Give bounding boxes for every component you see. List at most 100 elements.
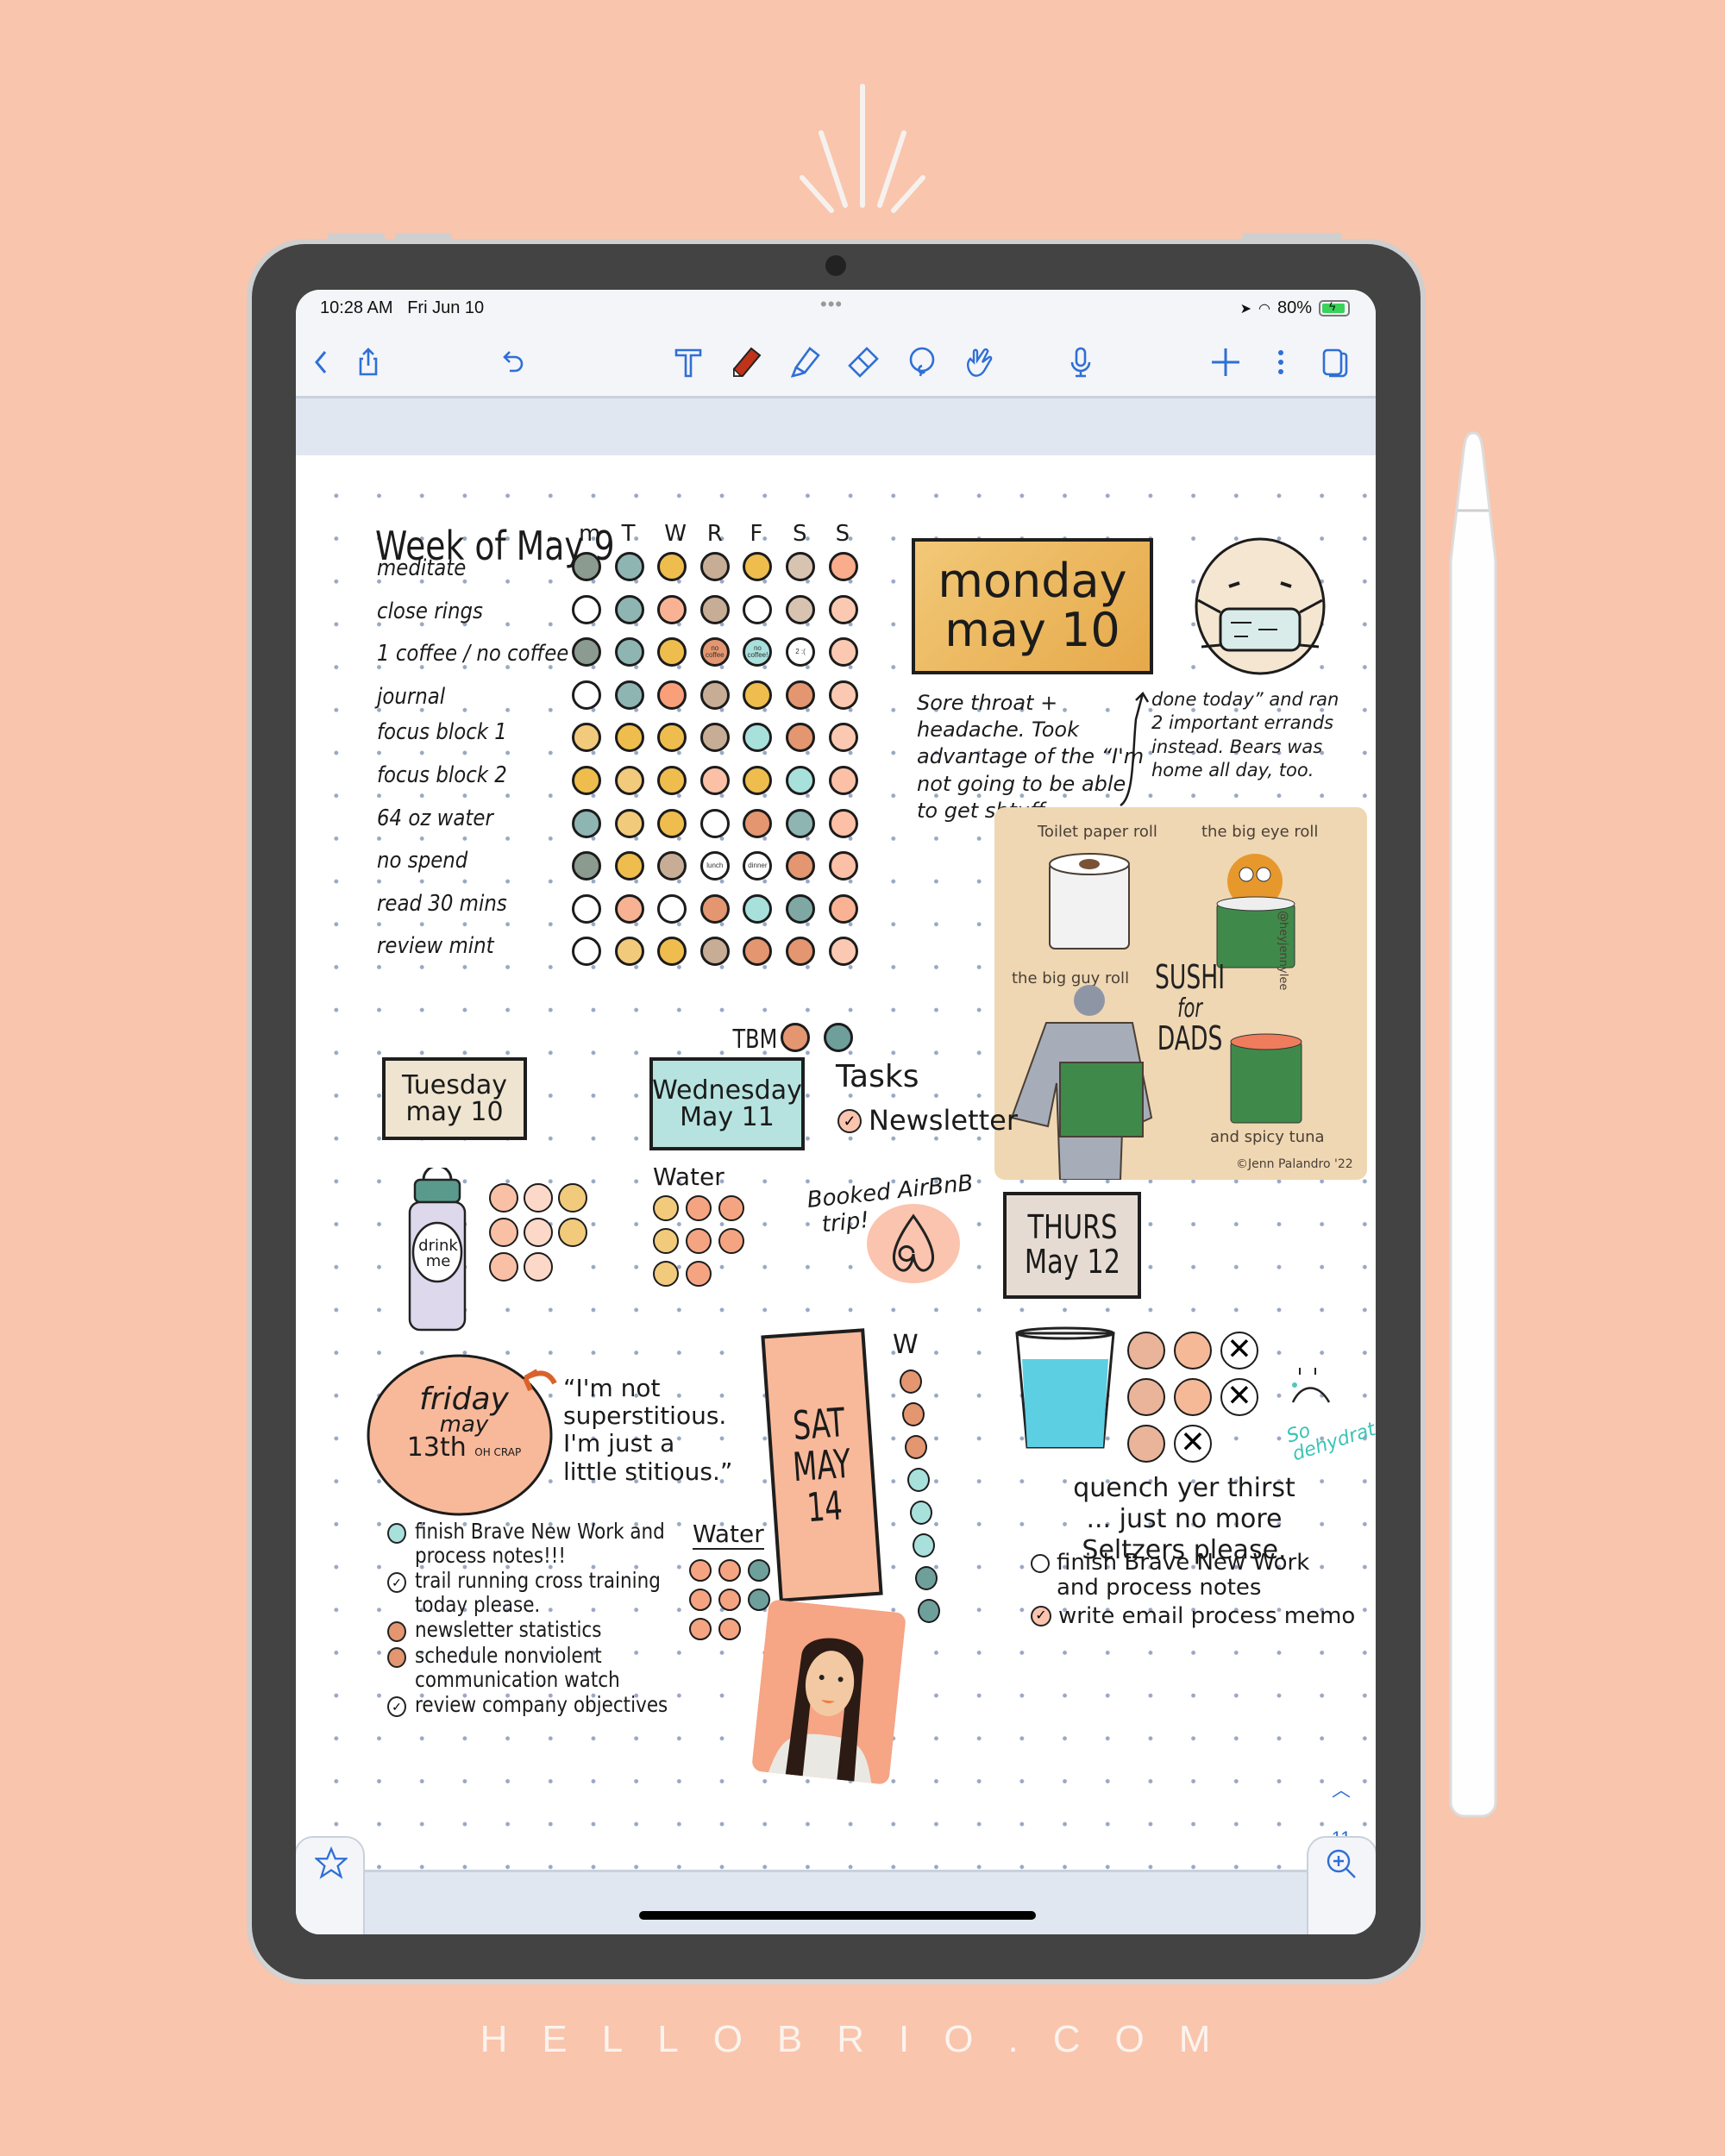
task-checkbox-checked[interactable]: ✓: [837, 1109, 862, 1133]
habit-cell[interactable]: [699, 594, 730, 624]
habit-cell[interactable]: [786, 594, 815, 624]
tracker-dot[interactable]: [905, 1435, 927, 1459]
water-cup[interactable]: [689, 1589, 712, 1611]
habit-cell[interactable]: [786, 552, 815, 581]
habit-cell[interactable]: [786, 808, 815, 838]
habit-cell[interactable]: [743, 766, 773, 795]
habit-cell[interactable]: [572, 808, 601, 838]
tracker-dot[interactable]: [910, 1501, 932, 1525]
habit-cell[interactable]: [572, 851, 601, 881]
water-cup[interactable]: [689, 1559, 712, 1582]
water-cup[interactable]: [489, 1218, 518, 1247]
habit-cell[interactable]: [828, 766, 858, 795]
habit-cell[interactable]: [828, 552, 858, 581]
habit-cell[interactable]: no coffee!: [743, 637, 773, 667]
microphone-icon[interactable]: [1062, 343, 1100, 381]
water-cup[interactable]: [718, 1589, 741, 1611]
habit-cell[interactable]: [657, 723, 687, 753]
hand-pointer-icon[interactable]: [960, 343, 998, 381]
tracker-dot[interactable]: [913, 1533, 935, 1557]
highlighter-icon[interactable]: [786, 343, 824, 381]
undo-icon[interactable]: [494, 343, 532, 381]
share-icon[interactable]: [349, 343, 387, 381]
task-checkbox-checked[interactable]: ✓: [387, 1572, 406, 1593]
habit-cell[interactable]: [828, 680, 858, 710]
habit-cell[interactable]: [614, 851, 644, 881]
water-cup[interactable]: [718, 1195, 744, 1221]
star-icon[interactable]: [315, 1846, 348, 1879]
tracker-dot[interactable]: [915, 1566, 938, 1590]
habit-cell[interactable]: [786, 723, 815, 753]
habit-cell[interactable]: [828, 637, 858, 667]
home-indicator[interactable]: [639, 1911, 1036, 1920]
habit-cell[interactable]: [657, 851, 687, 881]
habit-cell[interactable]: [743, 680, 773, 710]
habit-cell[interactable]: [743, 937, 773, 967]
task-checkbox[interactable]: [387, 1621, 406, 1642]
task-checkbox-checked[interactable]: ✓: [1031, 1606, 1051, 1627]
habit-cell[interactable]: [614, 766, 644, 795]
water-cup[interactable]: [524, 1183, 553, 1213]
habit-cell[interactable]: [743, 552, 773, 581]
habit-cell[interactable]: [657, 808, 687, 838]
crossed-cup[interactable]: ✕: [1174, 1425, 1212, 1463]
multitasking-dots[interactable]: •••: [820, 293, 843, 316]
pages-icon[interactable]: [1315, 343, 1353, 381]
habit-cell[interactable]: [743, 808, 773, 838]
task-checkbox-checked[interactable]: ✓: [387, 1696, 406, 1717]
habit-cell[interactable]: [828, 937, 858, 967]
habit-cell[interactable]: [743, 893, 773, 924]
water-cup[interactable]: [524, 1218, 553, 1247]
habit-cell[interactable]: [657, 637, 687, 667]
water-cup[interactable]: [653, 1261, 679, 1287]
water-cup[interactable]: [748, 1559, 770, 1582]
water-cup[interactable]: [748, 1589, 770, 1611]
add-icon[interactable]: [1207, 343, 1245, 381]
water-cup[interactable]: [1174, 1378, 1212, 1416]
habit-cell[interactable]: [657, 937, 687, 967]
crossed-cup[interactable]: ✕: [1220, 1378, 1258, 1416]
zoom-in-icon[interactable]: [1324, 1846, 1358, 1881]
habit-cell[interactable]: [828, 594, 858, 624]
habit-cell[interactable]: [657, 893, 687, 924]
habit-cell[interactable]: [699, 680, 730, 710]
task-checkbox[interactable]: [387, 1647, 406, 1668]
habit-cell[interactable]: lunch: [699, 851, 730, 881]
habit-cell[interactable]: [699, 723, 730, 753]
habit-cell[interactable]: [572, 937, 601, 967]
page-up-icon[interactable]: ︿: [1324, 1779, 1358, 1802]
water-cup[interactable]: [1127, 1332, 1165, 1369]
habit-cell[interactable]: [614, 552, 644, 581]
water-cup[interactable]: [1174, 1332, 1212, 1369]
favorite-tab[interactable]: [296, 1836, 365, 1934]
eraser-icon[interactable]: [844, 343, 882, 381]
water-cup[interactable]: [489, 1183, 518, 1213]
lasso-icon[interactable]: [903, 343, 941, 381]
habit-cell[interactable]: [786, 851, 815, 881]
habit-cell[interactable]: [657, 552, 687, 581]
back-icon[interactable]: [303, 343, 341, 381]
more-icon[interactable]: [1262, 343, 1300, 381]
habit-cell[interactable]: [572, 594, 601, 624]
habit-cell[interactable]: [657, 766, 687, 795]
habit-cell[interactable]: [786, 893, 815, 924]
tracker-dot[interactable]: [907, 1468, 930, 1492]
notebook-page[interactable]: Week of May 9 mTWRFSS meditate close ring…: [296, 455, 1376, 1934]
habit-cell[interactable]: [699, 552, 730, 581]
tracker-dot[interactable]: [900, 1369, 922, 1394]
habit-cell[interactable]: [786, 937, 815, 967]
habit-cell[interactable]: dinner: [743, 851, 773, 881]
water-cup[interactable]: [686, 1195, 712, 1221]
habit-cell[interactable]: [699, 937, 730, 967]
habit-cell[interactable]: [614, 594, 644, 624]
water-cup[interactable]: [718, 1228, 744, 1254]
habit-cell[interactable]: [614, 893, 644, 924]
habit-cell[interactable]: [786, 680, 815, 710]
water-cup[interactable]: [1127, 1378, 1165, 1416]
water-cup[interactable]: [558, 1218, 587, 1247]
habit-cell[interactable]: [614, 808, 644, 838]
water-cup[interactable]: [653, 1195, 679, 1221]
habit-cell[interactable]: [828, 808, 858, 838]
habit-cell[interactable]: [614, 723, 644, 753]
habit-cell[interactable]: [743, 594, 773, 624]
